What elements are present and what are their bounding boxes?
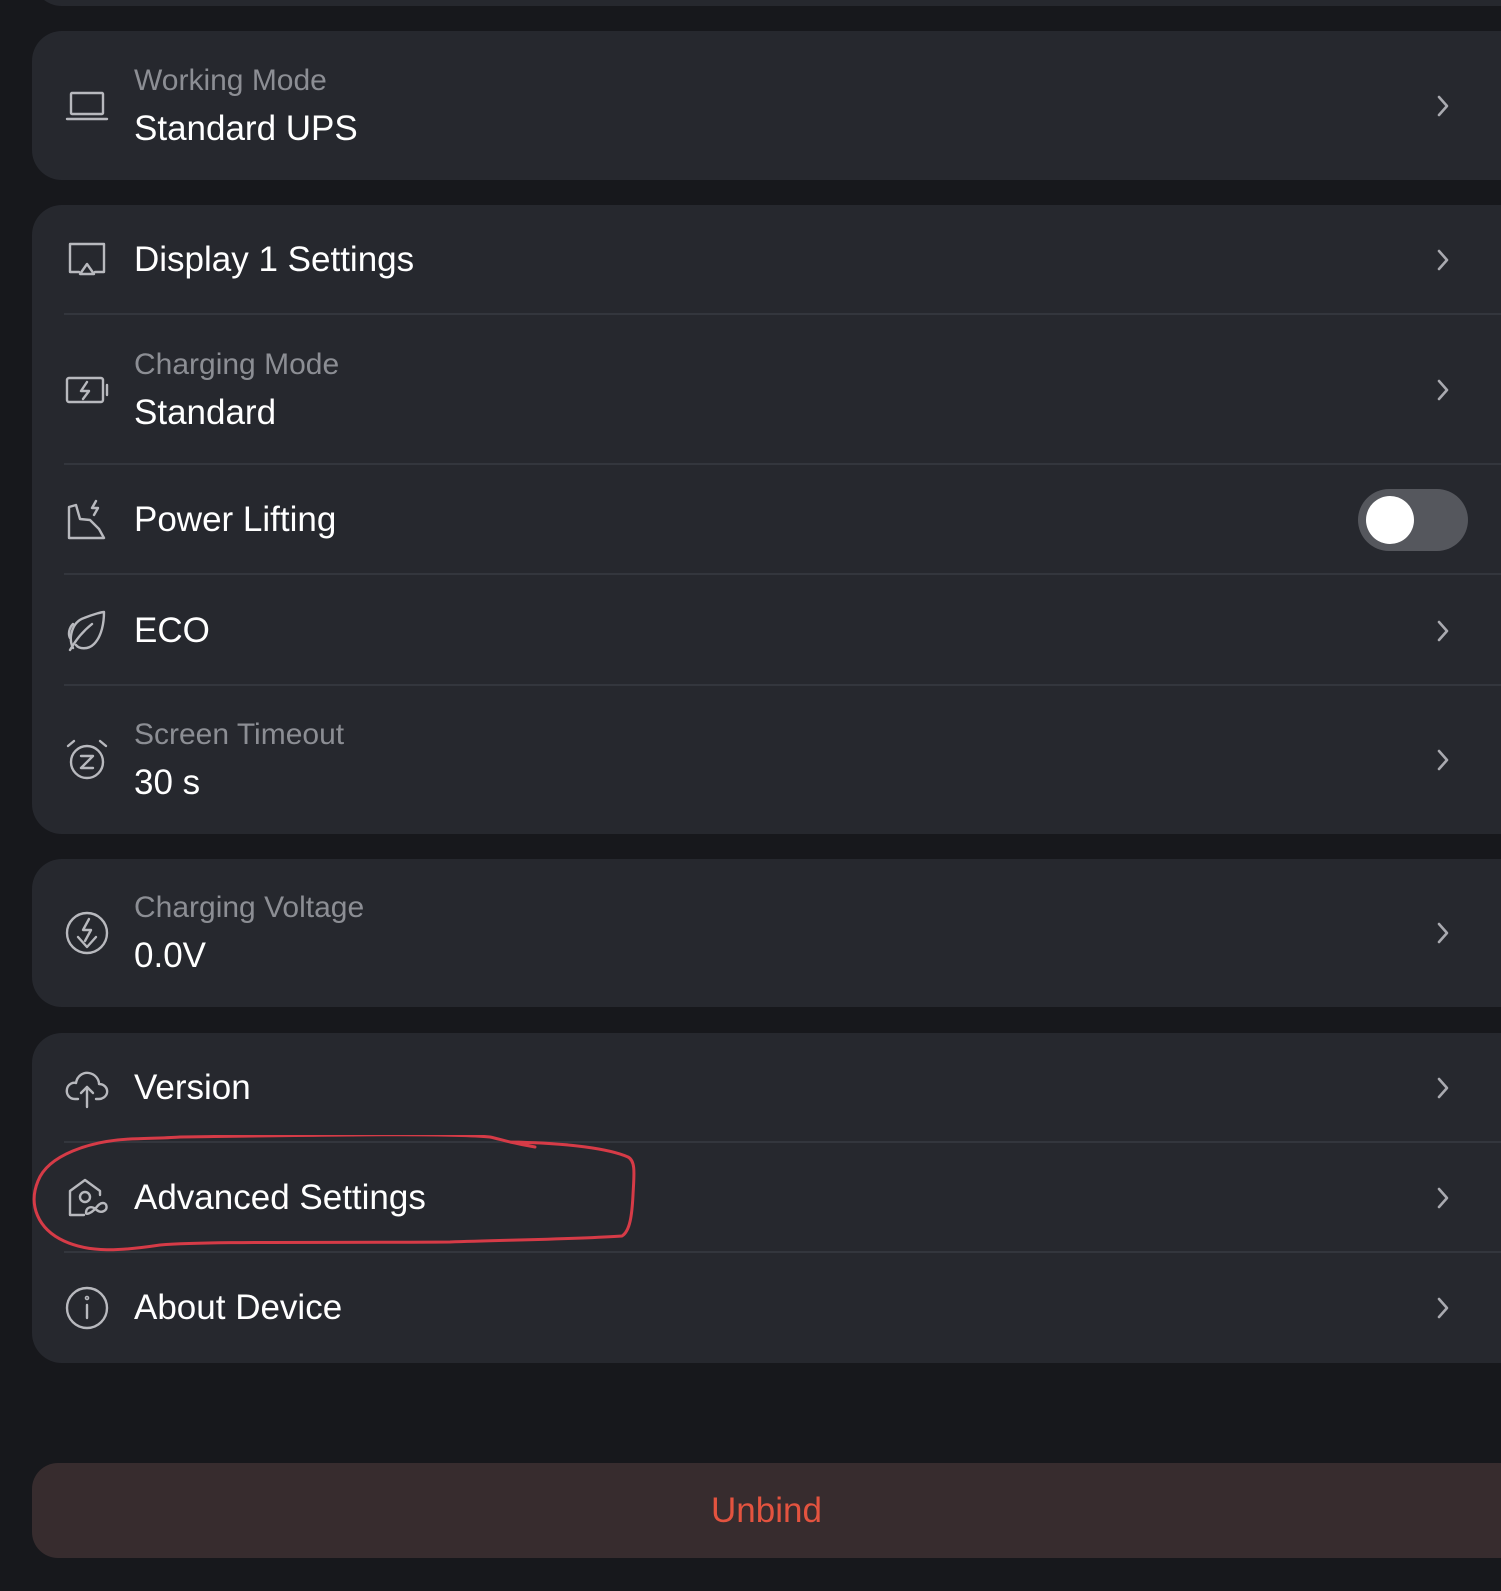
chevron-right-icon	[1433, 1073, 1453, 1103]
version-row[interactable]: Version	[32, 1033, 1501, 1143]
display-settings-row[interactable]: Display 1 Settings	[32, 205, 1501, 315]
cloud-upload-icon	[64, 1065, 110, 1111]
chevron-right-icon	[1433, 91, 1453, 121]
working-mode-row[interactable]: Working Mode Standard UPS	[32, 31, 1501, 180]
chevron-right-icon	[1433, 1293, 1453, 1323]
chevron-right-icon	[1433, 745, 1453, 775]
display-settings-label: Display 1 Settings	[134, 240, 415, 279]
about-device-label: About Device	[134, 1288, 343, 1327]
previous-card-edge	[32, 0, 1501, 6]
about-device-row[interactable]: About Device	[32, 1253, 1501, 1363]
chevron-right-icon	[1433, 245, 1453, 275]
eco-label: ECO	[134, 610, 210, 650]
device-info-card: Version Advanced Settings About Device	[32, 1033, 1501, 1363]
eco-row[interactable]: ECO	[32, 575, 1501, 686]
power-lifting-row: Power Lifting	[32, 465, 1501, 575]
working-mode-card: Working Mode Standard UPS	[32, 31, 1501, 180]
advanced-settings-label: Advanced Settings	[134, 1178, 426, 1217]
charging-voltage-card: Charging Voltage 0.0V	[32, 859, 1501, 1007]
working-mode-value: Standard UPS	[134, 108, 358, 148]
charging-mode-label: Charging Mode	[134, 348, 340, 381]
power-lifting-icon	[64, 497, 110, 543]
charging-mode-row[interactable]: Charging Mode Standard	[32, 315, 1501, 465]
advanced-settings-icon	[64, 1175, 110, 1221]
unbind-label: Unbind	[711, 1490, 822, 1530]
chevron-right-icon	[1433, 1183, 1453, 1213]
screen-timeout-label: Screen Timeout	[134, 718, 345, 751]
power-lifting-toggle[interactable]	[1358, 489, 1468, 551]
advanced-settings-row[interactable]: Advanced Settings	[32, 1143, 1501, 1253]
power-lifting-label: Power Lifting	[134, 500, 337, 539]
device-settings-card: Display 1 Settings Charging Mode Standar…	[32, 205, 1501, 834]
battery-charging-icon	[64, 367, 110, 413]
charging-voltage-row[interactable]: Charging Voltage 0.0V	[32, 859, 1501, 1007]
version-label: Version	[134, 1068, 251, 1107]
charging-voltage-value: 0.0V	[134, 936, 206, 975]
unbind-button[interactable]: Unbind	[32, 1463, 1501, 1558]
charging-mode-value: Standard	[134, 393, 277, 432]
display-icon	[64, 237, 110, 283]
screen-timeout-value: 30 s	[134, 763, 201, 802]
toggle-knob	[1366, 496, 1414, 544]
chevron-right-icon	[1433, 375, 1453, 405]
info-icon	[64, 1285, 110, 1331]
laptop-icon	[64, 83, 110, 129]
alarm-clock-icon	[64, 737, 110, 783]
settings-page: Working Mode Standard UPS Display 1 Sett…	[0, 0, 1501, 1591]
chevron-right-icon	[1433, 918, 1453, 948]
working-mode-label: Working Mode	[134, 63, 327, 97]
leaf-icon	[64, 608, 110, 654]
voltage-icon	[64, 910, 110, 956]
screen-timeout-row[interactable]: Screen Timeout 30 s	[32, 686, 1501, 834]
chevron-right-icon	[1433, 616, 1453, 646]
charging-voltage-label: Charging Voltage	[134, 891, 365, 924]
